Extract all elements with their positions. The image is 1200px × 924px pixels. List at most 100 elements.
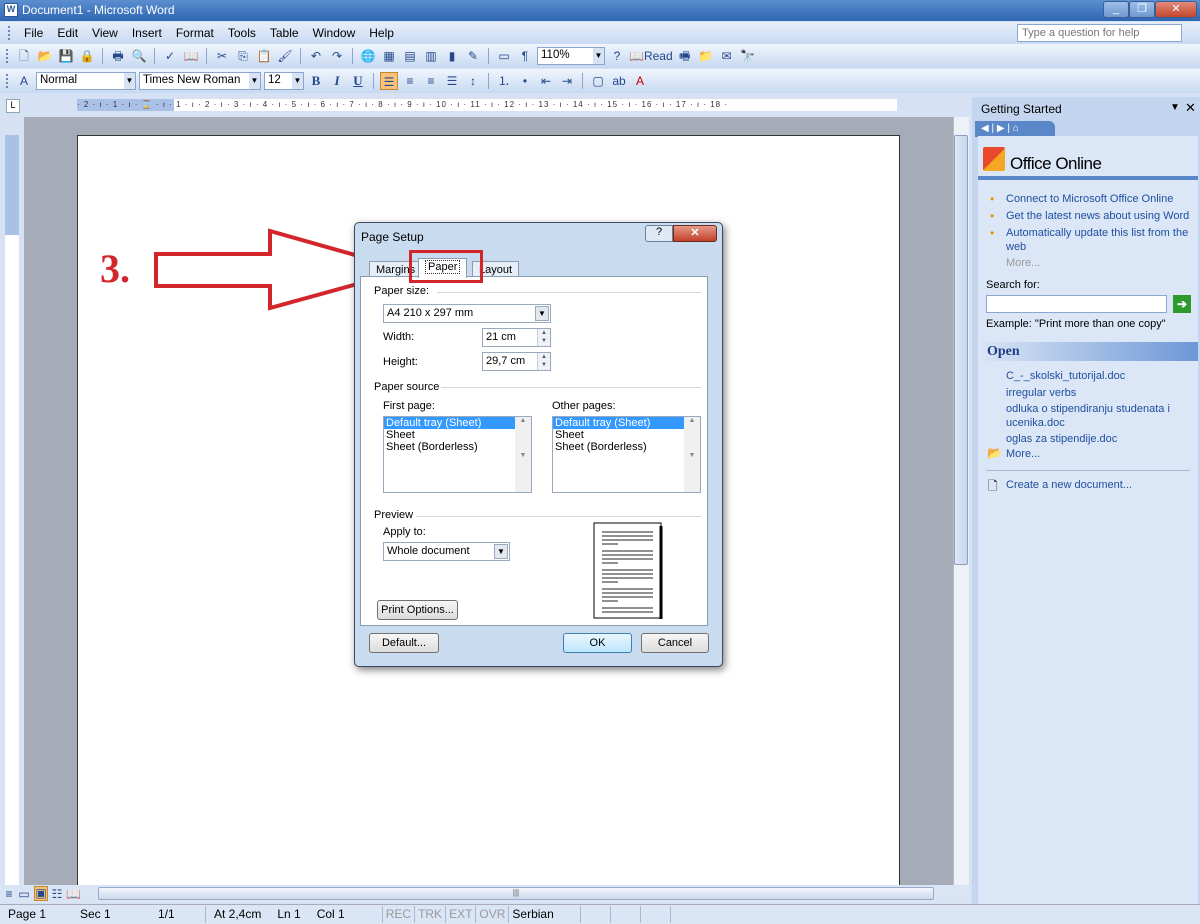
more-link[interactable]: More... xyxy=(1006,256,1040,270)
default-button[interactable]: Default... xyxy=(369,633,439,653)
status-ovr[interactable]: OVR xyxy=(476,906,510,923)
cut-icon[interactable]: ✂ xyxy=(213,47,231,65)
list-item[interactable]: Default tray (Sheet) xyxy=(384,417,515,429)
menu-format[interactable]: Format xyxy=(169,26,221,40)
horizontal-ruler[interactable]: · 2 · ı · 1 · ı · ⌛ · ı · 1 · ı · 2 · ı … xyxy=(77,99,897,111)
research-icon[interactable]: 📖 xyxy=(182,47,200,65)
search-input[interactable] xyxy=(986,295,1167,313)
recent-file[interactable]: oglas za stipendije.doc xyxy=(1006,432,1117,446)
font-color-icon[interactable]: A xyxy=(631,72,649,90)
align-right-icon[interactable]: ≡ xyxy=(422,72,440,90)
font-size-select[interactable]: 12 ▼ xyxy=(264,72,304,90)
width-input[interactable]: 21 cm ▲ ▼ xyxy=(482,328,551,347)
status-trk[interactable]: TRK xyxy=(415,906,447,923)
paper-size-select[interactable]: A4 210 x 297 mm ▼ xyxy=(383,304,551,323)
vertical-ruler[interactable] xyxy=(5,135,19,885)
back-icon[interactable]: ◀ xyxy=(981,123,989,134)
recent-file[interactable]: irregular verbs xyxy=(1006,386,1076,400)
news-link[interactable]: Get the latest news about using Word xyxy=(1006,209,1189,223)
print-options-button[interactable]: Print Options... xyxy=(377,600,458,620)
search-go-icon[interactable]: ➔ xyxy=(1173,295,1191,313)
menu-file[interactable]: File xyxy=(17,26,50,40)
ok-button[interactable]: OK xyxy=(563,633,632,653)
bullets-icon[interactable]: • xyxy=(516,72,534,90)
paste-icon[interactable]: 📋 xyxy=(255,47,273,65)
home-icon[interactable]: ⌂ xyxy=(1013,123,1019,134)
recent-file[interactable]: C_-_skolski_tutorijal.doc xyxy=(1006,369,1125,383)
align-center-icon[interactable]: ≡ xyxy=(401,72,419,90)
height-input[interactable]: 29,7 cm ▲ ▼ xyxy=(482,352,551,371)
apply-to-select[interactable]: Whole document ▼ xyxy=(383,542,510,561)
justify-icon[interactable]: ☰ xyxy=(443,72,461,90)
folder-icon[interactable]: 📁 xyxy=(697,47,715,65)
show-hide-icon[interactable]: ¶ xyxy=(516,47,534,65)
open-icon[interactable]: 📂 xyxy=(36,47,54,65)
help-search-input[interactable]: Type a question for help xyxy=(1017,24,1182,42)
print-layout-icon[interactable]: ▣ xyxy=(34,886,48,901)
status-rec[interactable]: REC xyxy=(383,906,416,923)
list-item[interactable]: Sheet xyxy=(553,429,700,441)
copy-icon[interactable]: ⎘ xyxy=(234,47,252,65)
status-language[interactable]: Serbian (Lati xyxy=(509,906,582,923)
hyperlink-icon[interactable]: 🌐 xyxy=(359,47,377,65)
spinner-icon[interactable]: ▲ ▼ xyxy=(537,353,550,370)
fax-icon[interactable]: 🖷 xyxy=(676,47,694,65)
cancel-button[interactable]: Cancel xyxy=(641,633,709,653)
menu-tools[interactable]: Tools xyxy=(221,26,263,40)
reading-view-icon[interactable]: 📖 xyxy=(66,885,81,903)
insert-excel-icon[interactable]: ▥ xyxy=(422,47,440,65)
borders-icon[interactable]: ▢ xyxy=(589,72,607,90)
spelling-icon[interactable]: ✓ xyxy=(161,47,179,65)
undo-icon[interactable]: ↶ xyxy=(307,47,325,65)
print-icon[interactable]: 🖶 xyxy=(109,47,127,65)
zoom-select[interactable]: 110% ▼ xyxy=(537,47,605,65)
spinner-icon[interactable]: ▲ ▼ xyxy=(537,329,550,346)
vertical-scroll-thumb[interactable] xyxy=(954,135,968,565)
list-item[interactable]: Sheet xyxy=(384,429,531,441)
web-view-icon[interactable]: ▭ xyxy=(17,885,31,903)
first-page-list[interactable]: Default tray (Sheet) Sheet Sheet (Border… xyxy=(383,416,532,493)
menu-insert[interactable]: Insert xyxy=(125,26,169,40)
line-spacing-icon[interactable]: ↕ xyxy=(464,72,482,90)
style-select[interactable]: Normal ▼ xyxy=(36,72,136,90)
envelope-icon[interactable]: ✉ xyxy=(718,47,736,65)
format-painter-icon[interactable]: 🖌 xyxy=(276,47,294,65)
underline-button[interactable]: U xyxy=(349,72,367,90)
redo-icon[interactable]: ↷ xyxy=(328,47,346,65)
tab-selector[interactable]: L xyxy=(6,99,20,113)
menu-window[interactable]: Window xyxy=(306,26,363,40)
dialog-close-button[interactable]: ✕ xyxy=(673,225,717,242)
other-pages-list[interactable]: Default tray (Sheet) Sheet Sheet (Border… xyxy=(552,416,701,493)
align-left-icon[interactable]: ☰ xyxy=(380,72,398,90)
auto-update-link[interactable]: Automatically update this list from the … xyxy=(1006,226,1191,254)
list-scrollbar[interactable]: ▲ ▼ xyxy=(684,417,700,492)
menu-table[interactable]: Table xyxy=(263,26,306,40)
help-icon[interactable]: ? xyxy=(608,47,626,65)
italic-button[interactable]: I xyxy=(328,72,346,90)
increase-indent-icon[interactable]: ⇥ xyxy=(558,72,576,90)
permission-icon[interactable]: 🔒 xyxy=(78,47,96,65)
new-document-icon[interactable]: 🗋 xyxy=(15,47,33,65)
forward-icon[interactable]: ▶ xyxy=(997,123,1005,134)
list-item[interactable]: Sheet (Borderless) xyxy=(553,441,700,453)
more-files-link[interactable]: More... xyxy=(1006,447,1040,461)
document-map-icon[interactable]: ▭ xyxy=(495,47,513,65)
dialog-help-button[interactable]: ? xyxy=(645,225,673,242)
status-ext[interactable]: EXT xyxy=(446,906,477,923)
task-pane-menu-icon[interactable]: ▼ xyxy=(1170,102,1180,113)
create-document-link[interactable]: Create a new document... xyxy=(1006,478,1132,492)
connect-link[interactable]: Connect to Microsoft Office Online xyxy=(1006,192,1173,206)
normal-view-icon[interactable]: ≡ xyxy=(2,885,16,903)
menu-edit[interactable]: Edit xyxy=(50,26,85,40)
decrease-indent-icon[interactable]: ⇤ xyxy=(537,72,555,90)
insert-table-icon[interactable]: ▤ xyxy=(401,47,419,65)
outline-view-icon[interactable]: ☷ xyxy=(50,885,64,903)
recent-file[interactable]: odluka o stipendiranju studenata i uceni… xyxy=(1006,402,1176,430)
columns-icon[interactable]: ▮ xyxy=(443,47,461,65)
bold-button[interactable]: B xyxy=(307,72,325,90)
read-button[interactable]: 📖Read xyxy=(629,47,673,65)
font-select[interactable]: Times New Roman ▼ xyxy=(139,72,261,90)
horizontal-scrollbar[interactable]: ||| xyxy=(98,887,934,900)
styles-icon[interactable]: A xyxy=(15,72,33,90)
menu-view[interactable]: View xyxy=(85,26,125,40)
